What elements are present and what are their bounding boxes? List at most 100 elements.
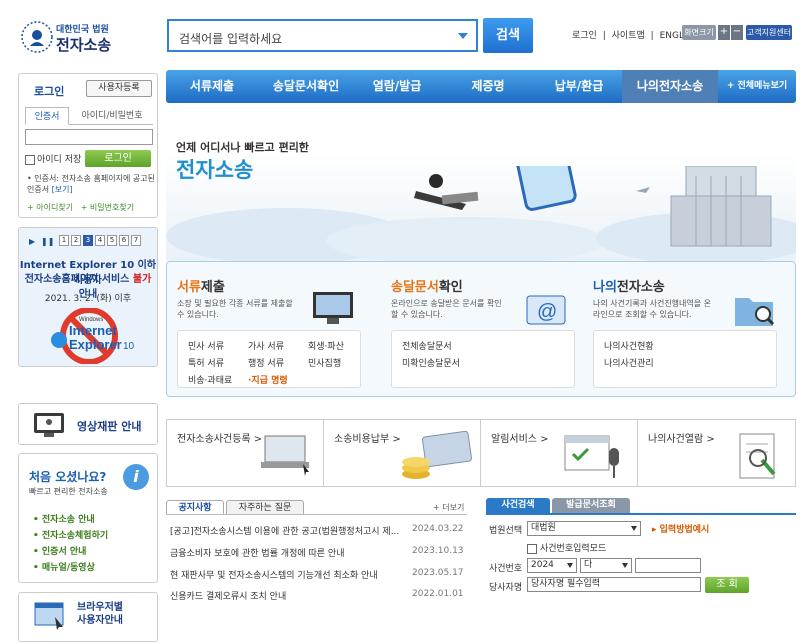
quick-case-view[interactable]: 나의사건열람 > — [638, 420, 795, 486]
search-box[interactable]: 검색어를 입력하세요 — [167, 19, 478, 52]
banner-date: 2021. 3. 2. (화) 이후 — [44, 294, 132, 304]
view-link[interactable]: [보기] — [52, 185, 73, 194]
find-id-link[interactable]: + 아이디찾기 — [27, 203, 73, 212]
sitemap-link[interactable]: 사이트맵 — [612, 31, 645, 41]
notice-item[interactable]: 신용카드 결제오류시 조치 안내 2022.01.01 — [170, 589, 470, 602]
quick-services: 전자소송사건등록 > 소송비용납부 > 알림서비스 > 나의사건열람 > — [166, 419, 796, 487]
court-select[interactable]: 대법원 — [527, 521, 641, 536]
play-icon[interactable]: ▶ — [29, 237, 35, 246]
quick-payment[interactable]: 소송비용납부 > — [324, 420, 481, 486]
link-rehab[interactable]: 회생·파산 — [308, 339, 344, 352]
nav-my[interactable]: 나의전자소송 — [622, 70, 718, 103]
quick-case-register[interactable]: 전자소송사건등록 > — [167, 420, 324, 486]
case-number-input[interactable] — [635, 558, 701, 573]
link-civil[interactable]: 민사 서류 — [188, 339, 224, 352]
notice-item[interactable]: [공고]전자소송시스템 이용에 관한 공고(법원행정처고시 제... 2024.0… — [170, 524, 470, 537]
quick-notification[interactable]: 알림서비스 > — [481, 420, 638, 486]
court-label: 법원선택 — [489, 526, 523, 536]
keep-id[interactable]: 아이디 저장 — [25, 152, 81, 165]
video-trial-link[interactable]: 영상재판 안내 — [18, 403, 158, 445]
video-monitor-icon — [34, 413, 64, 437]
login-button[interactable]: 로그인 — [85, 150, 151, 167]
case-search-button[interactable]: 조 회 — [705, 577, 749, 593]
nav-payment[interactable]: 납부/환급 — [536, 70, 622, 103]
tab-id-password[interactable]: 아이디/비밀번호 — [71, 107, 153, 125]
main-nav: 서류제출 송달문서확인 열람/발급 제증명 납부/환급 나의전자소송 + 전체메… — [166, 70, 796, 103]
year-select[interactable]: 2024 — [527, 558, 577, 573]
quick-case-view-label: 나의사건열람 > — [648, 434, 715, 445]
first-link-cert[interactable]: 인증서 안내 — [33, 544, 108, 560]
tab-issued-docs[interactable]: 발급문서조회 — [552, 498, 630, 513]
zoom-in-button[interactable]: + — [718, 25, 730, 40]
support-center-button[interactable]: 고객지원센터 — [746, 25, 792, 40]
ie-notice-banner[interactable]: ▶ ❚❚ 1 2 3 4 5 6 7 Internet Explorer 10 … — [18, 227, 158, 367]
banner-page[interactable]: 3 — [83, 235, 93, 246]
link-my-manage[interactable]: 나의사건관리 — [604, 356, 654, 369]
separator: | — [650, 31, 654, 41]
link-patent[interactable]: 특허 서류 — [188, 356, 224, 369]
service-my-desc: 나의 사건기록과 사건진행내역을 온라인으로 조회할 수 있습니다. — [593, 299, 712, 319]
link-nonlitigation[interactable]: 비송·과태료 — [188, 373, 232, 386]
banner-page[interactable]: 7 — [131, 235, 141, 246]
first-link-manual[interactable]: 매뉴얼/동영상 — [33, 560, 108, 576]
email-icon: @ — [526, 295, 566, 325]
party-input[interactable]: 당사자명 필수입력 — [527, 577, 701, 592]
card-coins-icon — [402, 430, 472, 479]
site-logo[interactable]: 대한민국 법원 전자소송 — [18, 18, 158, 58]
nav-delivery[interactable]: 송달문서확인 — [258, 70, 354, 103]
first-visit-title: 처음 오셨나요? — [29, 470, 107, 484]
service-panel: 서류제출 소장 및 필요한 각종 서류를 제출할 수 있습니다. 민사 서류 가… — [166, 261, 796, 397]
search-button[interactable]: 검색 — [483, 18, 533, 53]
find-links: + 아이디찾기 + 비밀번호찾기 — [27, 202, 134, 213]
service-my-links: 나의사건현황 나의사건관리 — [593, 330, 777, 388]
nav-submit[interactable]: 서류제출 — [166, 70, 258, 103]
chevron-down-icon — [631, 526, 637, 531]
login-link[interactable]: 로그인 — [572, 31, 597, 41]
keep-id-checkbox[interactable] — [25, 154, 35, 165]
banner-page[interactable]: 2 — [71, 235, 81, 246]
link-unread-docs[interactable]: 미확인송달문서 — [402, 356, 460, 369]
banner-page[interactable]: 1 — [59, 235, 69, 246]
court-seal-icon — [21, 21, 53, 53]
svg-text:@: @ — [537, 301, 557, 323]
cert-input[interactable] — [25, 129, 153, 145]
find-password-link[interactable]: + 비밀번호찾기 — [81, 203, 134, 212]
nav-all-menu[interactable]: + 전체메뉴보기 — [718, 70, 796, 103]
notice-item[interactable]: 금융소비자 보호에 관한 법률 개정에 따른 안내 2023.10.13 — [170, 546, 470, 559]
link-execution[interactable]: 민사집행 — [308, 356, 341, 369]
first-link-guide[interactable]: 전자소송 안내 — [33, 512, 108, 528]
hero-line1: 언제 어디서나 빠르고 편리한 — [176, 141, 309, 154]
register-button[interactable]: 사용자등록 — [86, 80, 152, 97]
zoom-out-button[interactable]: − — [731, 25, 743, 40]
case-number-mode[interactable]: 사건번호입력모드 — [527, 541, 606, 554]
input-example-link[interactable]: ▸ 입력방법예시 — [652, 522, 709, 535]
mode-checkbox[interactable] — [527, 543, 537, 554]
more-link[interactable]: + 더보기 — [433, 502, 464, 513]
nav-certificate[interactable]: 제증명 — [440, 70, 536, 103]
tab-notice[interactable]: 공지사항 — [166, 500, 224, 515]
tab-case-search[interactable]: 사건검색 — [486, 498, 550, 513]
pause-icon[interactable]: ❚❚ — [41, 237, 54, 246]
link-all-docs[interactable]: 전체송달문서 — [402, 339, 452, 352]
nav-view[interactable]: 열람/발급 — [354, 70, 440, 103]
service-submit[interactable]: 서류제출 소장 및 필요한 각종 서류를 제출할 수 있습니다. 민사 서류 가… — [171, 268, 367, 392]
notice-item[interactable]: 현 재판사무 및 전자소송시스템의 기능개선 최소화 안내 2023.05.17 — [170, 568, 470, 581]
service-delivery[interactable]: 송달문서확인 온라인으로 송달받은 문서를 확인 할 수 있습니다. @ 전체송… — [385, 268, 581, 392]
link-my-status[interactable]: 나의사건현황 — [604, 339, 654, 352]
link-family[interactable]: 가사 서류 — [248, 339, 284, 352]
banner-page[interactable]: 6 — [119, 235, 129, 246]
login-title: 로그인 — [34, 85, 65, 98]
service-my[interactable]: 나의전자소송 나의 사건기록과 사건진행내역을 온라인으로 조회할 수 있습니다… — [587, 268, 783, 392]
banner-page[interactable]: 4 — [95, 235, 105, 246]
banner-page[interactable]: 5 — [107, 235, 117, 246]
case-type-select[interactable]: 다 — [580, 558, 632, 573]
tab-faq[interactable]: 자주하는 질문 — [226, 500, 304, 515]
link-payment-order[interactable]: ·지급 명령 — [248, 373, 288, 386]
search-input[interactable]: 검색어를 입력하세요 — [179, 30, 282, 47]
link-admin[interactable]: 행정 서류 — [248, 356, 284, 369]
first-link-experience[interactable]: 전자소송체험하기 — [33, 528, 108, 544]
tab-cert[interactable]: 인증서 — [25, 107, 69, 125]
chevron-down-icon[interactable] — [458, 33, 468, 39]
browser-guide-link[interactable]: 브라우저별 사용자안내 — [18, 592, 158, 642]
keep-id-label: 아이디 저장 — [37, 155, 82, 165]
